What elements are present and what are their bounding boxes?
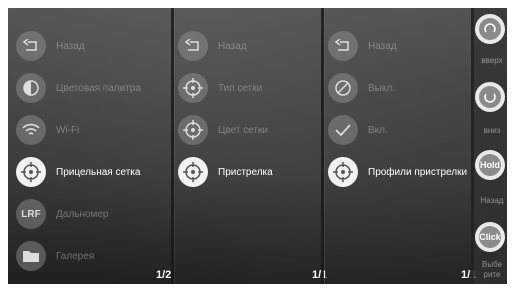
menu-panel-main: Назад Цветовая палитра Wi-Fi Прицельная … bbox=[8, 8, 171, 284]
menu-item-label: Дальномер bbox=[56, 208, 109, 220]
menu-item-wifi[interactable]: Wi-Fi bbox=[16, 114, 79, 146]
frame-border bbox=[0, 0, 8, 290]
menu-panel-zeroing: Назад Выкл. Вкл. Профили пристрелки 1/1 bbox=[325, 8, 476, 284]
menu-item-reticle[interactable]: Прицельная сетка bbox=[16, 156, 140, 188]
back-icon bbox=[16, 31, 46, 61]
back-icon bbox=[178, 31, 208, 61]
hold-button[interactable]: Hold bbox=[475, 150, 505, 180]
frame-border bbox=[0, 0, 513, 8]
wifi-icon bbox=[16, 115, 46, 145]
menu-item-on[interactable]: Вкл. bbox=[328, 114, 388, 146]
menu-item-label: Назад bbox=[368, 40, 397, 52]
reticle-icon bbox=[178, 157, 208, 187]
up-label: вверх bbox=[481, 56, 503, 65]
rotate-cw-icon bbox=[479, 18, 501, 40]
reticle-icon bbox=[16, 157, 46, 187]
reticle-icon bbox=[328, 157, 358, 187]
back-icon bbox=[328, 31, 358, 61]
menu-item-label: Выкл. bbox=[368, 82, 395, 94]
device-screen: Назад Цветовая палитра Wi-Fi Прицельная … bbox=[0, 0, 513, 290]
lrf-icon: LRF bbox=[16, 199, 46, 229]
down-label: вниз bbox=[483, 126, 501, 135]
rotate-ccw-icon bbox=[479, 86, 501, 108]
menu-item-gallery[interactable]: Галерея bbox=[16, 240, 94, 272]
back-label: Назад bbox=[480, 196, 504, 205]
reticle-icon bbox=[178, 73, 208, 103]
gallery-icon bbox=[16, 241, 46, 271]
menu-item-back[interactable]: Назад bbox=[328, 30, 397, 62]
palette-icon bbox=[16, 73, 46, 103]
menu-item-label: Wi-Fi bbox=[56, 124, 80, 136]
down-button[interactable] bbox=[475, 82, 505, 112]
menu-item-back[interactable]: Назад bbox=[178, 30, 247, 62]
menu-item-label: Назад bbox=[56, 40, 85, 52]
menu-item-label: Вкл. bbox=[368, 124, 388, 136]
menu-item-zeroing[interactable]: Пристрелка bbox=[178, 156, 273, 188]
reticle-icon bbox=[178, 115, 208, 145]
menu-item-label: Цветовая палитра bbox=[56, 82, 141, 94]
menu-item-reticle-type[interactable]: Тип сетки bbox=[178, 72, 262, 104]
frame-border bbox=[0, 284, 513, 290]
menu-item-label: Прицельная сетка bbox=[56, 166, 141, 178]
menu-item-label: Профили пристрелки bbox=[368, 166, 468, 178]
menu-item-label: Назад bbox=[218, 40, 247, 52]
menu-item-back[interactable]: Назад bbox=[16, 30, 85, 62]
click-button[interactable]: Click bbox=[475, 222, 505, 252]
frame-border bbox=[507, 0, 513, 290]
menu-item-label: Цвет сетки bbox=[218, 124, 268, 136]
select-label-line1: Выбе bbox=[481, 260, 503, 269]
menu-panel-reticle: Назад Тип сетки Цвет сетки Пристрелка 1/… bbox=[175, 8, 327, 284]
menu-item-reticle-color[interactable]: Цвет сетки bbox=[178, 114, 268, 146]
menu-item-palette[interactable]: Цветовая палитра bbox=[16, 72, 141, 104]
check-icon bbox=[328, 115, 358, 145]
click-text: Click bbox=[479, 226, 501, 248]
menu-item-label: Пристрелка bbox=[218, 166, 273, 178]
up-button[interactable] bbox=[475, 14, 505, 44]
page-indicator: 1/2 bbox=[156, 269, 172, 281]
menu-item-off[interactable]: Выкл. bbox=[328, 72, 395, 104]
select-label-line2: рите bbox=[483, 270, 501, 279]
menu-item-zeroing-profiles[interactable]: Профили пристрелки bbox=[328, 156, 467, 188]
panel-divider bbox=[321, 8, 324, 284]
menu-item-label: Тип сетки bbox=[218, 82, 263, 94]
panel-divider bbox=[171, 8, 174, 284]
hold-text: Hold bbox=[479, 154, 501, 176]
menu-item-rangefinder[interactable]: LRF Дальномер bbox=[16, 198, 108, 230]
off-icon bbox=[328, 73, 358, 103]
menu-item-label: Галерея bbox=[56, 250, 95, 262]
